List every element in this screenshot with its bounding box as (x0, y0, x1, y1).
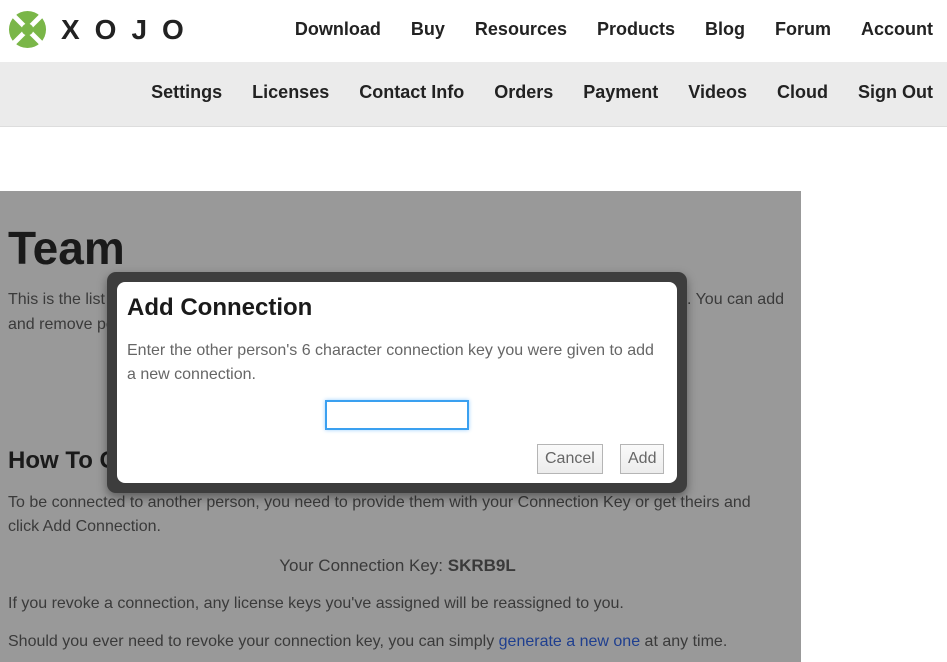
regenerate-text: Should you ever need to revoke your conn… (8, 633, 727, 651)
howto-text: To be connected to another person, you n… (8, 494, 751, 511)
main-nav: Download Buy Resources Products Blog For… (295, 19, 933, 40)
howto-text-line2: click Add Connection. (8, 518, 161, 535)
connection-key-input[interactable] (325, 400, 469, 430)
top-bar: XOJO Download Buy Resources Products Blo… (0, 0, 947, 62)
nav-blog[interactable]: Blog (705, 19, 745, 40)
add-connection-dialog: Add Connection Enter the other person's … (117, 282, 677, 483)
nav-products[interactable]: Products (597, 19, 675, 40)
connection-key-label: Your Connection Key: (279, 556, 448, 575)
intro-text: This is the list o (8, 291, 119, 308)
page-title: Team (8, 222, 125, 274)
connection-key-line: Your Connection Key: SKRB9L (0, 556, 795, 576)
intro-text-line2: and remove pe (8, 316, 115, 333)
intro-text-right: s. You can add (679, 291, 784, 308)
subnav-orders[interactable]: Orders (494, 82, 553, 103)
cancel-button[interactable]: Cancel (537, 444, 603, 474)
subnav-sign-out[interactable]: Sign Out (858, 82, 933, 103)
revoke-text: If you revoke a connection, any license … (8, 595, 624, 612)
connection-key-value: SKRB9L (447, 556, 516, 575)
regenerate-text-after: at any time. (640, 633, 728, 650)
subnav-videos[interactable]: Videos (688, 82, 747, 103)
dialog-frame: Add Connection Enter the other person's … (107, 272, 687, 493)
brand-name: XOJO (61, 13, 199, 45)
subnav-contact-info[interactable]: Contact Info (359, 82, 464, 103)
xojo-logo-icon (8, 10, 47, 49)
nav-download[interactable]: Download (295, 19, 381, 40)
account-subnav-bar: Settings Licenses Contact Info Orders Pa… (0, 62, 947, 127)
nav-forum[interactable]: Forum (775, 19, 831, 40)
subnav-licenses[interactable]: Licenses (252, 82, 329, 103)
account-subnav: Settings Licenses Contact Info Orders Pa… (151, 82, 933, 103)
generate-new-key-link[interactable]: generate a new one (499, 633, 640, 650)
subnav-settings[interactable]: Settings (151, 82, 222, 103)
xojo-logo[interactable]: XOJO (8, 10, 199, 49)
nav-account[interactable]: Account (861, 19, 933, 40)
nav-buy[interactable]: Buy (411, 19, 445, 40)
add-button[interactable]: Add (620, 444, 665, 474)
nav-resources[interactable]: Resources (475, 19, 567, 40)
dialog-title: Add Connection (127, 294, 313, 321)
subnav-payment[interactable]: Payment (583, 82, 658, 103)
regenerate-text-before: Should you ever need to revoke your conn… (8, 633, 499, 650)
dialog-message: Enter the other person's 6 character con… (127, 342, 654, 383)
subnav-cloud[interactable]: Cloud (777, 82, 828, 103)
